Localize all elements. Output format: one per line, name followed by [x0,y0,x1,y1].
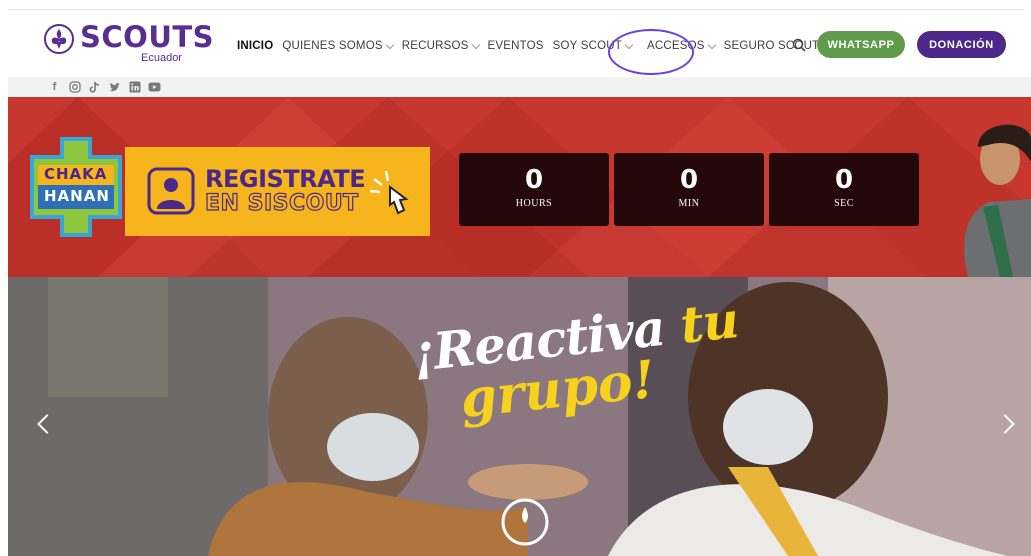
countdown-seconds: 0 SEC [769,153,919,226]
twitter-icon[interactable] [108,81,121,94]
youtube-icon[interactable] [148,81,161,94]
fleur-de-lis-icon [44,24,74,54]
pointer-hand-icon [369,170,409,215]
nav-label: RECURSOS [401,40,469,52]
nav-label: INICIO [237,40,274,52]
donation-button[interactable]: DONACIÓN [917,31,1006,58]
scouts-logo[interactable]: SCOUTS Ecuador [44,20,214,68]
nav-quienes-somos[interactable]: QUIENES SOMOS [282,40,394,52]
main-nav: INICIO QUIENES SOMOS RECURSOS EVENTOS SO… [237,38,828,54]
logo-subtitle: Ecuador [141,52,182,64]
countdown-value: 0 [834,165,854,195]
event-logo-line1: CHAKA [44,165,108,183]
countdown-value: 0 [679,165,699,195]
facebook-icon[interactable]: f [48,81,61,94]
countdown-hours: 0 HOURS [459,153,609,226]
event-logo-line2: HANAN [44,187,110,205]
countdown-minutes: 0 MIN [614,153,764,226]
search-icon[interactable] [792,38,806,52]
chevron-down-icon [471,40,480,49]
logo-wordmark: SCOUTS [80,20,215,54]
nav-inicio[interactable]: INICIO [237,40,273,52]
scout-photo [964,124,1031,277]
register-subtitle: EN SISCOUT [204,190,359,216]
register-siscout-banner[interactable]: REGISTRATE EN SISCOUT [125,147,430,236]
nav-label: EVENTOS [487,40,544,52]
countdown-label: HOURS [515,198,553,209]
social-bar: f [8,77,1031,97]
register-title: REGISTRATE [205,165,366,193]
site-header: SCOUTS Ecuador INICIO QUIENES SOMOS RECU… [0,10,1031,75]
whatsapp-button[interactable]: WHATSAPP [817,31,905,58]
nav-recursos[interactable]: RECURSOS [401,40,480,52]
instagram-icon[interactable] [68,81,81,94]
nav-label: QUIENES SOMOS [282,40,383,52]
countdown-value: 0 [524,165,544,195]
linkedin-icon[interactable] [128,81,141,94]
countdown-label: SEC [834,198,854,209]
highlight-circle-annotation [608,29,694,75]
chevron-down-icon [385,40,394,49]
event-banner[interactable]: CHAKA HANAN REGISTRATE EN SISCOUT 0 HOUR… [8,97,1031,277]
chevron-down-icon [707,40,716,49]
countdown-label: MIN [678,198,700,209]
user-profile-icon [147,167,195,215]
hero-title-accent: tu [677,290,741,355]
nav-eventos[interactable]: EVENTOS [488,40,544,52]
hero-slider[interactable]: ¡Reactiva tu grupo! [8,277,1031,556]
tiktok-icon[interactable] [88,81,101,94]
chakahanan-logo: CHAKA HANAN [30,137,122,237]
